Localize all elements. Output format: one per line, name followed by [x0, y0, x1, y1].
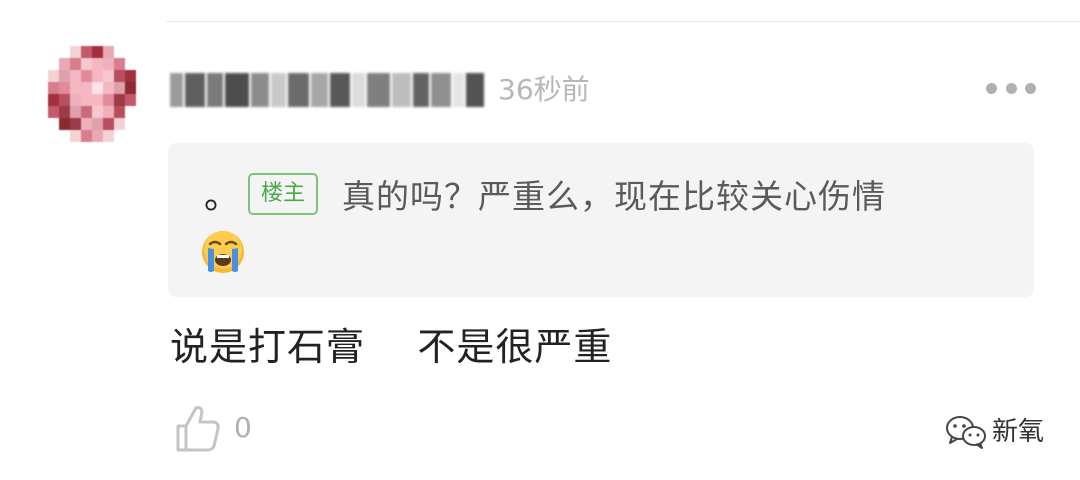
username-redacted[interactable]: [170, 70, 485, 110]
like-count: 0: [234, 411, 252, 444]
quote-prefix: 。: [204, 176, 241, 217]
thumbs-up-icon: [176, 406, 220, 452]
quoted-reply[interactable]: 。 楼主 真的吗？严重么，现在比较关心伤情: [168, 143, 1034, 297]
watermark: 新氧: [944, 414, 1044, 450]
more-options-button[interactable]: [986, 78, 1036, 98]
quoted-text: 真的吗？严重么，现在比较关心伤情: [342, 177, 886, 216]
comment-card: 36秒前 。 楼主 真的吗？严重么，现在比较关心伤情 说是打石膏 不是很严重 0: [0, 0, 1080, 480]
divider: [166, 21, 1080, 22]
loudly-crying-face-emoji: [202, 231, 244, 273]
comment-body: 说是打石膏 不是很严重: [170, 325, 613, 369]
timestamp: 36秒前: [498, 73, 590, 106]
more-horizontal-icon: [986, 82, 997, 94]
wechat-icon: [946, 416, 986, 449]
op-badge: 楼主: [248, 173, 318, 215]
avatar[interactable]: [48, 46, 136, 142]
like-button[interactable]: 0: [174, 400, 264, 456]
watermark-text: 新氧: [992, 417, 1045, 447]
